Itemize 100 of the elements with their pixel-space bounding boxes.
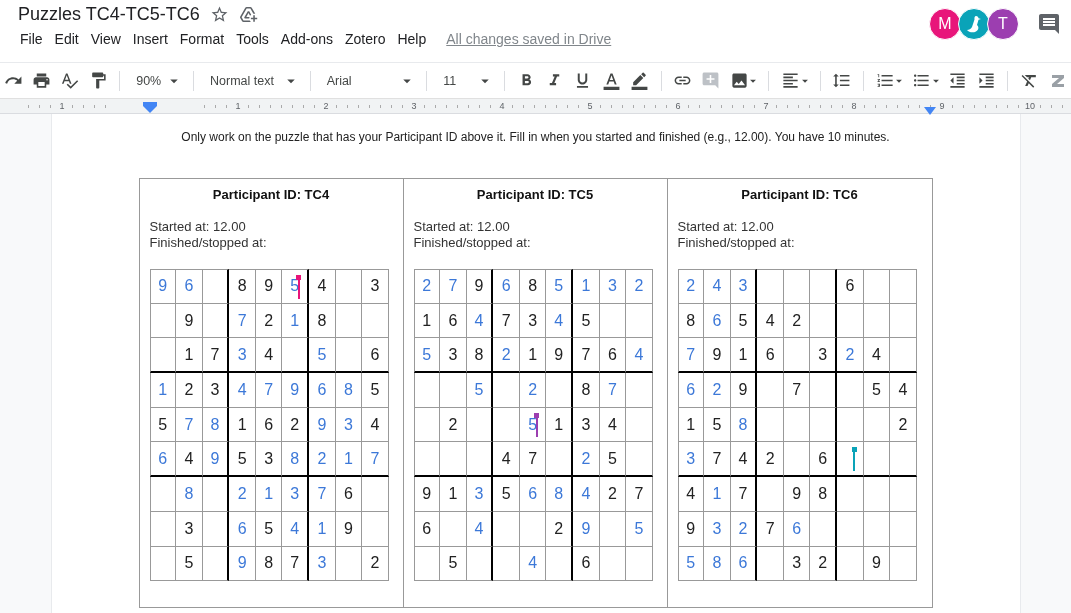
- sudoku-cell[interactable]: 6: [335, 477, 363, 512]
- sudoku-cell[interactable]: [837, 546, 864, 582]
- sudoku-cell[interactable]: 5: [229, 442, 256, 478]
- sudoku-cell[interactable]: 9: [730, 373, 758, 408]
- sudoku-cell[interactable]: 2: [890, 407, 917, 443]
- sudoku-cell[interactable]: 6: [255, 407, 283, 443]
- sudoku-cell[interactable]: 3: [810, 338, 838, 374]
- sudoku-cell[interactable]: 5: [863, 373, 891, 408]
- sudoku-cell[interactable]: 2: [176, 373, 203, 408]
- sudoku-cell[interactable]: [413, 373, 441, 408]
- sudoku-cell[interactable]: 6: [309, 373, 336, 408]
- sudoku-cell[interactable]: [202, 269, 230, 304]
- sudoku-cell[interactable]: 8: [519, 269, 547, 304]
- sudoku-cell[interactable]: 3: [229, 338, 256, 374]
- sudoku-cell[interactable]: [837, 511, 864, 547]
- sudoku-cell[interactable]: 7: [626, 477, 653, 512]
- sudoku-cell[interactable]: 6: [730, 546, 758, 582]
- sudoku-cell[interactable]: 7: [573, 338, 600, 374]
- menu-item[interactable]: Insert: [126, 29, 174, 49]
- sudoku-cell[interactable]: [757, 477, 784, 512]
- sudoku-cell[interactable]: 6: [704, 303, 731, 339]
- sudoku-cell[interactable]: 9: [282, 373, 310, 408]
- sudoku-cell[interactable]: 8: [282, 442, 310, 478]
- sudoku-cell[interactable]: 3: [466, 477, 494, 512]
- sudoku-cell[interactable]: 3: [573, 407, 600, 443]
- sudoku-cell[interactable]: 5: [677, 546, 705, 582]
- sudoku-cell[interactable]: 6: [413, 511, 441, 547]
- sudoku-cell[interactable]: 9: [335, 511, 363, 547]
- sudoku-cell[interactable]: 1: [677, 407, 705, 443]
- sudoku-cell[interactable]: 5: [440, 546, 467, 582]
- sudoku-cell[interactable]: [810, 303, 838, 339]
- sudoku-cell[interactable]: [626, 373, 653, 408]
- sudoku-cell[interactable]: 7: [493, 303, 520, 339]
- sudoku-cell[interactable]: 7: [440, 269, 467, 304]
- sudoku-cell[interactable]: [783, 269, 811, 304]
- sudoku-cell[interactable]: 3: [255, 442, 283, 478]
- sudoku-cell[interactable]: 4: [519, 546, 547, 582]
- sudoku-cell[interactable]: 6: [783, 511, 811, 547]
- sudoku-cell[interactable]: 1: [573, 269, 600, 304]
- sudoku-cell[interactable]: 3: [335, 407, 363, 443]
- sudoku-cell[interactable]: 7: [704, 442, 731, 478]
- sudoku-cell[interactable]: 3: [783, 546, 811, 582]
- sudoku-cell[interactable]: [546, 373, 574, 408]
- sudoku-cell[interactable]: 3: [440, 338, 467, 374]
- sudoku-cell[interactable]: 6: [440, 303, 467, 339]
- sudoku-cell[interactable]: 5: [176, 546, 203, 582]
- sudoku-cell[interactable]: [626, 546, 653, 582]
- sudoku-cell[interactable]: 3: [519, 303, 547, 339]
- sudoku-cell[interactable]: 3: [730, 269, 758, 304]
- sudoku-cell[interactable]: [149, 303, 177, 339]
- sudoku-cell[interactable]: 6: [149, 442, 177, 478]
- sudoku-cell[interactable]: 5: [362, 373, 389, 408]
- sudoku-cell[interactable]: 1: [704, 477, 731, 512]
- menu-item[interactable]: File: [14, 29, 49, 49]
- sudoku-cell[interactable]: 4: [730, 442, 758, 478]
- sudoku-cell[interactable]: [466, 407, 494, 443]
- sudoku-cell[interactable]: [757, 407, 784, 443]
- sudoku-cell[interactable]: 7: [282, 546, 310, 582]
- sudoku-cell[interactable]: 4: [255, 338, 283, 374]
- sudoku-cell[interactable]: [757, 546, 784, 582]
- sudoku-cell[interactable]: [757, 269, 784, 304]
- sudoku-cell[interactable]: 5: [626, 511, 653, 547]
- sudoku-cell[interactable]: 1: [229, 407, 256, 443]
- sudoku-cell[interactable]: [493, 407, 520, 443]
- sudoku-cell[interactable]: 8: [704, 546, 731, 582]
- drive-add-icon[interactable]: [238, 5, 258, 24]
- sudoku-cell[interactable]: 7: [176, 407, 203, 443]
- sudoku-cell[interactable]: 4: [573, 477, 600, 512]
- sudoku-cell[interactable]: 9: [546, 338, 574, 374]
- sudoku-cell[interactable]: 2: [413, 269, 441, 304]
- sudoku-cell[interactable]: 9: [573, 511, 600, 547]
- sudoku-cell[interactable]: 4: [282, 511, 310, 547]
- sudoku-cell[interactable]: 3: [202, 373, 230, 408]
- sudoku-cell[interactable]: [440, 442, 467, 478]
- sudoku-cell[interactable]: 2: [704, 373, 731, 408]
- sudoku-cell[interactable]: 6: [229, 511, 256, 547]
- sudoku-cell[interactable]: 8: [573, 373, 600, 408]
- sudoku-cell[interactable]: [626, 407, 653, 443]
- menu-item[interactable]: View: [84, 29, 127, 49]
- sudoku-cell[interactable]: 7: [229, 303, 256, 339]
- menu-item[interactable]: Zotero: [339, 29, 392, 49]
- comment-icon[interactable]: [1037, 12, 1061, 36]
- sudoku-cell[interactable]: 2: [626, 269, 653, 304]
- sudoku-cell[interactable]: 3: [677, 442, 705, 478]
- sudoku-cell[interactable]: 2: [255, 303, 283, 339]
- sudoku-cell[interactable]: [837, 373, 864, 408]
- sudoku-cell[interactable]: 9: [466, 269, 494, 304]
- sudoku-cell[interactable]: [149, 546, 177, 582]
- sudoku-cell[interactable]: [783, 442, 811, 478]
- menu-item[interactable]: Tools: [230, 29, 275, 49]
- sudoku-cell[interactable]: 8: [229, 269, 256, 304]
- sudoku-cell[interactable]: [863, 269, 891, 304]
- sudoku-cell[interactable]: [335, 546, 363, 582]
- sudoku-cell[interactable]: 5: [704, 407, 731, 443]
- sudoku-cell[interactable]: [413, 546, 441, 582]
- sudoku-cell[interactable]: 4: [362, 407, 389, 443]
- sudoku-cell[interactable]: 4: [493, 442, 520, 478]
- sudoku-cell[interactable]: 3: [362, 269, 389, 304]
- sudoku-cell[interactable]: 2: [810, 546, 838, 582]
- sudoku-cell[interactable]: 1: [413, 303, 441, 339]
